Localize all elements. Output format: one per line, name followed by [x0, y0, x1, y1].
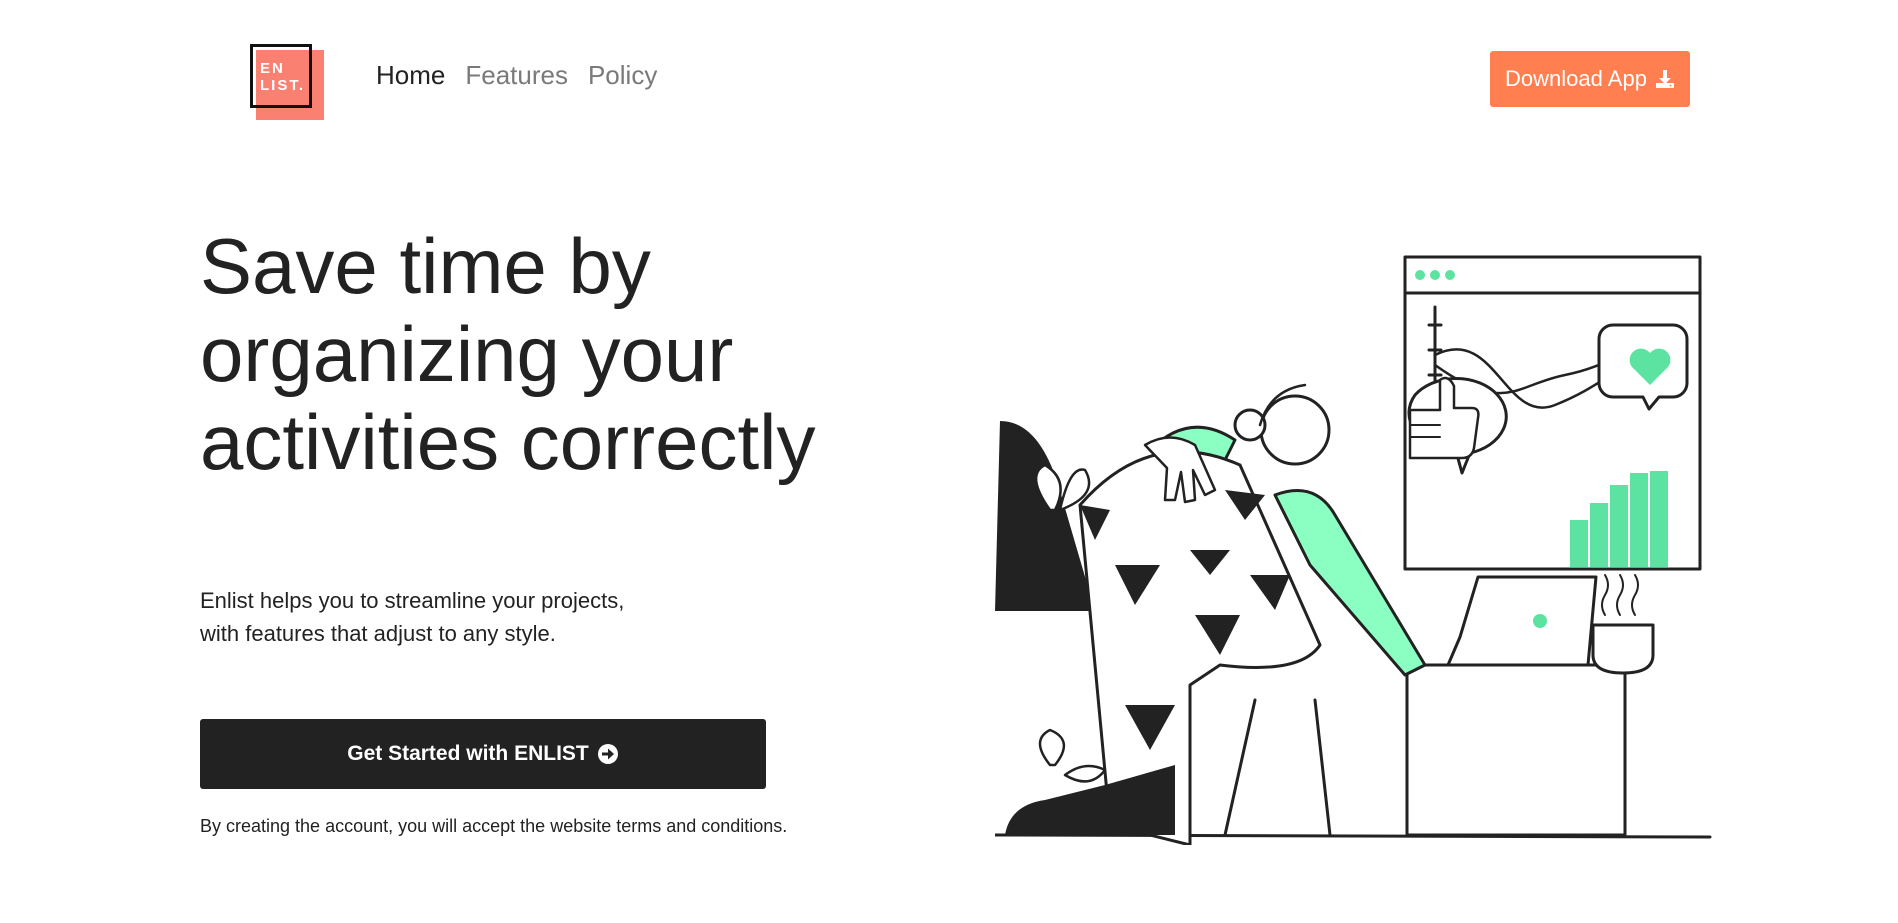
chair-legs [1223, 698, 1332, 837]
logo-text-line1: EN [260, 60, 285, 77]
arrow-circle-right-icon [597, 744, 618, 764]
hero-illustration [995, 255, 1712, 845]
desk [1398, 663, 1637, 837]
coffee-mug-icon [1591, 574, 1655, 675]
hero-title: Save time by organizing your activities … [200, 222, 816, 486]
hero-subtitle: Enlist helps you to streamline your proj… [200, 584, 720, 650]
download-app-button[interactable]: Download App [1490, 51, 1690, 107]
main-nav: Home Features Policy [376, 60, 657, 91]
logo-text-line2: LIST. [260, 77, 306, 94]
get-started-label: Get Started with ENLIST [347, 742, 589, 765]
terms-text: By creating the account, you will accept… [200, 816, 788, 836]
logo[interactable]: EN LIST. [250, 44, 324, 120]
download-app-label: Download App [1505, 66, 1647, 91]
logo-text: EN LIST. [260, 60, 305, 94]
hero-subtitle-line1: Enlist helps you to streamline your proj… [200, 588, 625, 613]
nav-home[interactable]: Home [376, 60, 445, 91]
download-icon [1655, 70, 1674, 88]
get-started-button[interactable]: Get Started with ENLIST [200, 719, 766, 789]
nav-features[interactable]: Features [465, 60, 568, 91]
heart-bubble-icon [1597, 323, 1689, 411]
laptop-icon [1446, 575, 1598, 667]
nav-policy[interactable]: Policy [588, 60, 657, 91]
hero-subtitle-line2: with features that adjust to any style. [200, 621, 556, 646]
person-head [1233, 383, 1331, 466]
